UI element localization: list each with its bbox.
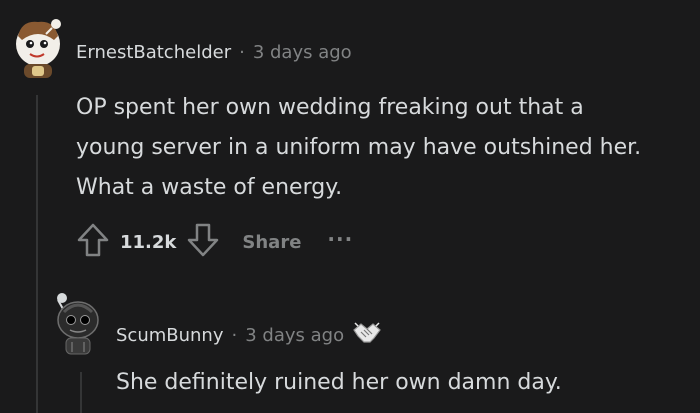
reply-thread-line[interactable]: [80, 372, 82, 413]
share-button[interactable]: Share: [242, 232, 301, 253]
reply-meta: ScumBunny · 3 days ago: [116, 320, 382, 351]
avatar[interactable]: [10, 14, 66, 80]
vote-count: 11.2k: [120, 232, 177, 253]
reply-body: She definitely ruined her own damn day.: [116, 370, 562, 395]
reply-avatar[interactable]: [52, 290, 100, 356]
timestamp[interactable]: 3 days ago: [245, 325, 344, 346]
more-options-button[interactable]: ···: [327, 227, 353, 251]
upvote-icon[interactable]: [76, 222, 110, 263]
comment-line: What a waste of energy.: [76, 175, 343, 200]
separator-dot: ·: [239, 42, 245, 63]
snoo-avatar-icon: [16, 19, 61, 78]
comment-body: OP spent her own wedding freaking out th…: [76, 88, 641, 208]
timestamp[interactable]: 3 days ago: [253, 42, 352, 63]
handshake-award-icon[interactable]: [352, 320, 382, 351]
downvote-icon[interactable]: [186, 222, 220, 263]
separator-dot: ·: [231, 325, 238, 346]
comment-actions: 11.2k Share ···: [76, 222, 353, 263]
snoo-avatar-icon: [57, 293, 99, 355]
comment-line: OP spent her own wedding freaking out th…: [76, 95, 584, 120]
comment-line: young server in a uniform may have outsh…: [76, 135, 642, 160]
username[interactable]: ScumBunny: [116, 325, 224, 346]
username[interactable]: ErnestBatchelder: [76, 42, 231, 63]
comment-meta: ErnestBatchelder · 3 days ago: [76, 42, 352, 63]
thread-line[interactable]: [36, 95, 38, 413]
